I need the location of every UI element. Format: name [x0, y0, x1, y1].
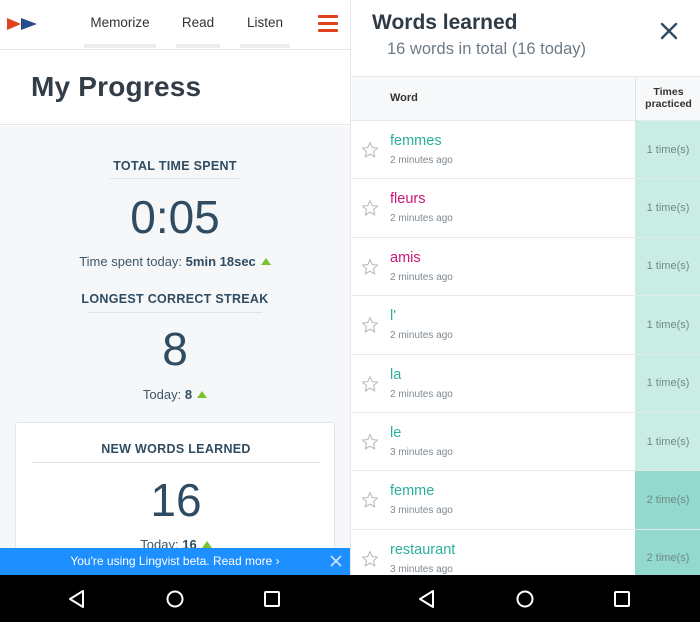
- recents-icon[interactable]: [611, 588, 633, 610]
- column-header-word[interactable]: Word: [390, 92, 418, 104]
- tab-listen-label: Listen: [246, 15, 284, 30]
- word-timestamp: 2 minutes ago: [390, 213, 453, 225]
- tab-listen-underline: [240, 44, 290, 48]
- times-practiced-cell: 2 time(s): [635, 471, 700, 529]
- tab-read-underline: [176, 44, 220, 48]
- times-practiced-cell: 2 time(s): [635, 529, 700, 575]
- time-today-line: Time spent today: 5min 18sec: [0, 254, 350, 269]
- table-header: Word Times practiced: [351, 76, 700, 121]
- divider: [32, 462, 320, 463]
- table-row[interactable]: amis 2 minutes ago 1 time(s): [351, 237, 700, 297]
- word-text[interactable]: le: [390, 425, 401, 441]
- beta-banner-text[interactable]: You're using Lingvist beta. Read more ›: [70, 554, 279, 568]
- star-icon[interactable]: [361, 550, 379, 568]
- words-learned-panel: Words learned 16 words in total (16 toda…: [350, 0, 700, 575]
- system-nav-bar: [0, 575, 700, 622]
- star-icon[interactable]: [361, 433, 379, 451]
- stats-section: TOTAL TIME SPENT 0:05 Time spent today: …: [0, 126, 350, 575]
- page-title: My Progress: [31, 71, 202, 102]
- times-practiced-cell: 1 time(s): [635, 179, 700, 237]
- times-practiced-cell: 1 time(s): [635, 354, 700, 412]
- close-icon[interactable]: [330, 555, 342, 567]
- streak-heading: LONGEST CORRECT STREAK: [81, 292, 269, 306]
- time-today-label: Time spent today:: [79, 254, 186, 269]
- tab-memorize-underline: [84, 44, 156, 48]
- total-time-heading: TOTAL TIME SPENT: [113, 159, 237, 173]
- words-table: femmes 2 minutes ago 1 time(s) fleurs 2 minu…: [351, 121, 700, 575]
- progress-panel: Memorize Read Listen My Progress TOTAL T…: [0, 0, 350, 575]
- words-learned-title: Words learned: [372, 11, 518, 34]
- star-icon[interactable]: [361, 141, 379, 159]
- times-practiced-cell: 1 time(s): [635, 412, 700, 471]
- streak-today-label: Today:: [142, 387, 185, 402]
- new-words-heading: NEW WORDS LEARNED: [101, 442, 251, 456]
- table-row[interactable]: le 3 minutes ago 1 time(s): [351, 412, 700, 472]
- word-text[interactable]: restaurant: [390, 542, 455, 558]
- word-timestamp: 3 minutes ago: [390, 446, 453, 458]
- close-icon[interactable]: [660, 22, 678, 40]
- table-row[interactable]: la 2 minutes ago 1 time(s): [351, 354, 700, 413]
- word-text[interactable]: la: [390, 367, 401, 383]
- star-icon[interactable]: [361, 258, 379, 276]
- words-learned-subtitle: 16 words in total (16 today): [387, 40, 587, 58]
- tab-read[interactable]: Read: [176, 0, 220, 48]
- trend-up-icon: [201, 541, 212, 548]
- tab-listen[interactable]: Listen: [240, 0, 290, 48]
- hamburger-menu-icon[interactable]: [318, 15, 338, 33]
- trend-up-icon: [197, 391, 208, 398]
- top-nav-bar: Memorize Read Listen: [0, 0, 350, 50]
- table-row[interactable]: restaurant 3 minutes ago 2 time(s): [351, 529, 700, 575]
- total-time-value: 0:05: [130, 191, 220, 243]
- new-words-value: 16: [150, 474, 202, 526]
- table-row[interactable]: fleurs 2 minutes ago 1 time(s): [351, 179, 700, 238]
- word-timestamp: 2 minutes ago: [390, 388, 453, 400]
- tab-memorize-label: Memorize: [90, 15, 150, 30]
- word-timestamp: 2 minutes ago: [390, 271, 453, 283]
- streak-value: 8: [162, 323, 188, 375]
- page-header: My Progress: [0, 51, 350, 125]
- word-text[interactable]: fleurs: [390, 191, 425, 207]
- streak-today-line: Today: 8: [0, 387, 350, 402]
- word-text[interactable]: femmes: [390, 133, 442, 149]
- word-text[interactable]: amis: [390, 250, 421, 266]
- table-row[interactable]: femme 3 minutes ago 2 time(s): [351, 471, 700, 530]
- back-icon[interactable]: [66, 588, 88, 610]
- star-icon[interactable]: [361, 316, 379, 334]
- beta-banner[interactable]: You're using Lingvist beta. Read more ›: [0, 548, 350, 575]
- word-text[interactable]: femme: [390, 483, 434, 499]
- recents-icon[interactable]: [261, 588, 283, 610]
- column-header-times[interactable]: Times practiced: [635, 77, 700, 121]
- table-row[interactable]: femmes 2 minutes ago 1 time(s): [351, 121, 700, 180]
- table-row[interactable]: l' 2 minutes ago 1 time(s): [351, 296, 700, 355]
- times-practiced-cell: 1 time(s): [635, 237, 700, 296]
- home-icon[interactable]: [164, 588, 186, 610]
- back-icon[interactable]: [416, 588, 438, 610]
- tab-memorize[interactable]: Memorize: [84, 0, 156, 48]
- star-icon[interactable]: [361, 199, 379, 217]
- word-timestamp: 2 minutes ago: [390, 155, 453, 166]
- tab-read-label: Read: [181, 15, 215, 30]
- streak-today-value: 8: [184, 387, 193, 402]
- time-today-value: 5min 18sec: [185, 254, 256, 269]
- divider: [88, 312, 262, 313]
- times-practiced-cell: 1 time(s): [635, 296, 700, 354]
- trend-up-icon: [260, 258, 271, 265]
- word-timestamp: 3 minutes ago: [390, 563, 453, 575]
- word-timestamp: 3 minutes ago: [390, 505, 453, 517]
- star-icon[interactable]: [361, 491, 379, 509]
- times-practiced-cell: 1 time(s): [635, 121, 700, 179]
- divider: [110, 178, 240, 179]
- word-timestamp: 2 minutes ago: [390, 330, 453, 342]
- screen: Memorize Read Listen My Progress TOTAL T…: [0, 0, 700, 622]
- home-icon[interactable]: [514, 588, 536, 610]
- lingvist-logo[interactable]: [7, 17, 39, 31]
- word-text[interactable]: l': [390, 308, 396, 324]
- star-icon[interactable]: [361, 375, 379, 393]
